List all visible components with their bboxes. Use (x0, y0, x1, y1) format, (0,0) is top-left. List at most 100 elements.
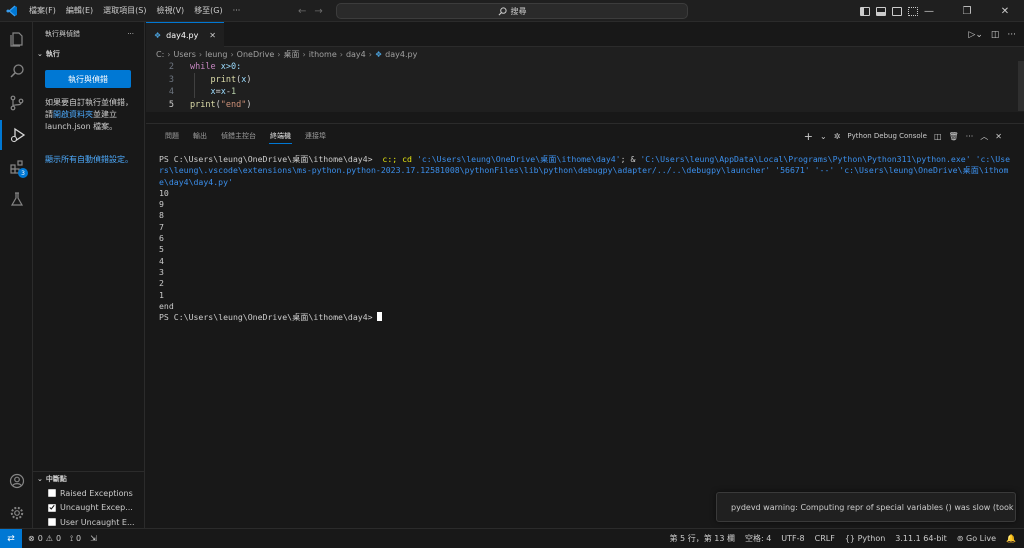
source-control-icon[interactable] (0, 88, 33, 118)
status-right: 第 5 行，第 13 欄 空格: 4 UTF-8 CRLF {} Python … (670, 529, 1016, 548)
close-panel-icon[interactable]: ✕ (995, 132, 1002, 141)
terminal-output-line: 6 (159, 233, 164, 244)
line-number: 3 (168, 74, 174, 85)
line-number: 2 (168, 62, 174, 73)
remote-window-icon[interactable]: ⇄ (0, 529, 22, 548)
notification-text: pydevd warning: Computing repr of specia… (731, 502, 1016, 512)
tab-problems[interactable]: 問題 (158, 124, 186, 148)
toggle-panel-icon[interactable] (876, 6, 886, 16)
checkbox[interactable] (48, 489, 56, 498)
run-section-header[interactable]: ⌄ 執行 (33, 46, 144, 62)
editor-scrollbar[interactable] (1018, 61, 1024, 111)
terminal-output-line: 7 (159, 221, 164, 232)
close-tab-icon[interactable]: ✕ (209, 31, 216, 40)
extensions-icon[interactable]: 3 (0, 152, 33, 182)
new-terminal-icon[interactable]: + (804, 130, 813, 143)
terminal-output[interactable]: PS C:\Users\leung\OneDrive\桌面\ithome\day… (159, 154, 1011, 323)
debug-launch-icon[interactable]: ⇲ (90, 534, 97, 543)
terminal-command-line: PS C:\Users\leung\OneDrive\桌面\ithome\day… (159, 154, 1011, 187)
split-terminal-icon[interactable]: ◫ (934, 132, 942, 141)
menu-file[interactable]: 檔案(F) (24, 0, 61, 22)
manage-gear-icon[interactable] (0, 498, 33, 528)
split-editor-icon[interactable]: ◫ (991, 30, 1000, 40)
checkbox[interactable] (48, 518, 56, 527)
editor-actions: ▷⌄ ◫ ··· (968, 22, 1016, 47)
ports-icon[interactable]: ⟟ (70, 534, 73, 544)
menu-edit[interactable]: 編輯(E) (61, 0, 98, 22)
breadcrumb-item[interactable]: day4 (346, 50, 366, 59)
more-actions-icon[interactable]: ··· (966, 132, 974, 141)
breadcrumb-item[interactable]: day4.py (385, 50, 417, 59)
forward-arrow-icon[interactable]: → (314, 6, 322, 17)
terminal-instance-label[interactable]: Python Debug Console (847, 132, 927, 140)
terminal-output-line: 2 (159, 278, 164, 289)
tab-day4-py[interactable]: ❖ day4.py ✕ (146, 22, 224, 47)
run-and-debug-button[interactable]: 執行與偵錯 (45, 70, 131, 88)
command-center-search[interactable]: 搜尋 (336, 3, 688, 19)
line-number: 5 (168, 99, 174, 110)
menu-go[interactable]: 移至(G) (189, 0, 227, 22)
file-encoding[interactable]: UTF-8 (781, 534, 804, 543)
explorer-icon[interactable] (0, 24, 33, 54)
tab-output[interactable]: 輸出 (186, 124, 214, 148)
terminal-output-line: 3 (159, 266, 164, 277)
sidebar-header: 執行與偵錯 ··· (33, 22, 144, 46)
breakpoint-item[interactable]: Uncaught Excep... (33, 501, 145, 516)
breadcrumb-item[interactable]: ithome (309, 50, 337, 59)
notification-toast[interactable]: pydevd warning: Computing repr of specia… (716, 492, 1016, 522)
breadcrumb-item[interactable]: leung (205, 50, 227, 59)
tab-debug-console[interactable]: 偵錯主控台 (214, 124, 263, 148)
checkbox-checked[interactable] (48, 503, 56, 512)
sidebar-title: 執行與偵錯 (45, 30, 80, 38)
warning-icon[interactable]: ⚠ (46, 534, 53, 543)
maximize-panel-icon[interactable]: ︿ (980, 131, 988, 142)
menu-view[interactable]: 檢視(V) (151, 0, 189, 22)
show-all-debug-configs-link[interactable]: 顯示所有自動偵錯設定。 (45, 154, 135, 166)
ports-count[interactable]: 0 (76, 534, 81, 543)
chevron-right-icon: › (198, 49, 203, 59)
indentation[interactable]: 空格: 4 (745, 533, 771, 544)
run-and-debug-icon[interactable] (0, 120, 33, 150)
back-arrow-icon[interactable]: ← (298, 6, 306, 17)
terminal-output-line: 5 (159, 244, 164, 255)
more-actions-icon[interactable]: ··· (127, 30, 134, 38)
breadcrumb-item[interactable]: 桌面 (284, 49, 300, 60)
breakpoint-item[interactable]: Raised Exceptions (33, 486, 145, 501)
open-folder-link[interactable]: 開啟資料夾 (53, 110, 93, 119)
breadcrumb-item[interactable]: OneDrive (237, 50, 275, 59)
language-mode[interactable]: {} Python (845, 534, 885, 543)
menu-more[interactable]: ··· (228, 0, 246, 22)
error-icon[interactable]: ⊗ (28, 534, 35, 543)
chevron-right-icon: › (167, 49, 171, 59)
menu-selection[interactable]: 選取項目(S) (98, 0, 151, 22)
search-icon (498, 6, 507, 15)
breakpoints-title: 中斷點 (45, 475, 67, 483)
account-icon[interactable] (0, 466, 33, 496)
code-editor[interactable]: 2 while x>0: 3 print(x) 4 x=x-1 5 print(… (146, 61, 1024, 112)
trash-icon[interactable]: 🗑 (949, 132, 959, 141)
breadcrumb-item[interactable]: Users (173, 50, 195, 59)
warning-count[interactable]: 0 (56, 534, 61, 543)
tab-ports[interactable]: 連接埠 (298, 124, 333, 148)
run-python-file-icon[interactable]: ▷⌄ (968, 30, 982, 40)
cursor-position[interactable]: 第 5 行，第 13 欄 (670, 533, 735, 544)
notifications-bell-icon[interactable]: 🔔 (1006, 534, 1016, 543)
tab-terminal[interactable]: 終端機 (263, 124, 298, 148)
go-live-button[interactable]: ⊚ Go Live (957, 534, 996, 543)
end-of-line[interactable]: CRLF (815, 534, 835, 543)
chevron-down-icon[interactable]: ⌄ (820, 132, 827, 141)
testing-flask-icon[interactable] (0, 184, 33, 214)
restore-icon[interactable]: ❐ (948, 0, 986, 22)
python-file-icon: ❖ (154, 30, 162, 40)
search-sidebar-icon[interactable] (0, 56, 33, 86)
breadcrumb-item[interactable]: C: (156, 50, 164, 59)
toggle-sidebar-icon[interactable] (860, 6, 870, 16)
toggle-secondary-sidebar-icon[interactable] (892, 6, 902, 16)
tab-label: day4.py (166, 30, 199, 40)
error-count[interactable]: 0 (38, 534, 43, 543)
more-actions-icon[interactable]: ··· (1007, 30, 1016, 40)
breakpoints-header[interactable]: ⌄ 中斷點 (33, 472, 145, 486)
minimize-icon[interactable]: — (910, 0, 948, 22)
python-interpreter[interactable]: 3.11.1 64-bit (895, 534, 947, 543)
close-window-icon[interactable]: ✕ (986, 0, 1024, 22)
